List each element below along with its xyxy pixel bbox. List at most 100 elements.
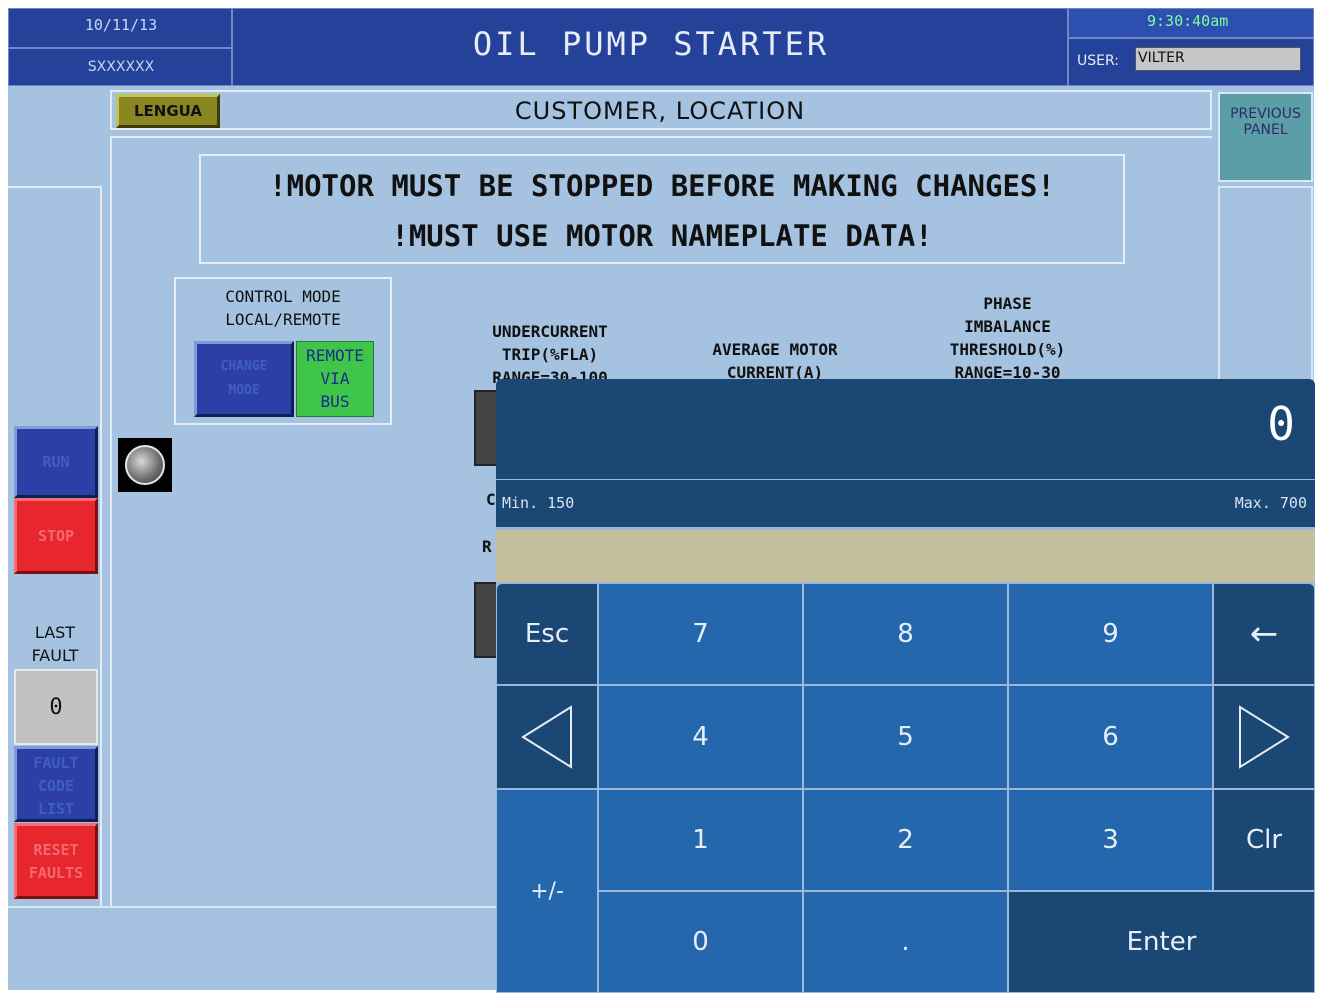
stop-button[interactable]: STOP [14,498,98,574]
page-title: OIL PUMP STARTER [472,25,830,63]
keypad-display: 0 [496,379,1315,479]
key-2-label: 2 [897,825,914,855]
key-8[interactable]: 8 [803,583,1008,685]
key-enter-label: Enter [1126,927,1197,957]
key-backspace[interactable]: ← [1213,583,1315,685]
key-dot-label: . [901,927,910,957]
last-fault-value-text: 0 [49,694,63,720]
run-label: RUN [42,453,70,471]
avg-current-label-1: AVERAGE MOTOR [712,339,838,359]
last-fault-label-2: FAULT [31,645,79,665]
key-5-label: 5 [897,722,914,752]
warning-line-1: !MOTOR MUST BE STOPPED BEFORE MAKING CHA… [269,169,1055,203]
time-panel: 9:30:40am [1068,8,1314,38]
phase-label-3: THRESHOLD(%) [949,339,1066,359]
key-1-label: 1 [692,825,709,855]
reset-label-2: FAULTS [28,864,84,882]
remote-status-3: BUS [320,391,350,411]
title-panel: OIL PUMP STARTER [232,8,1068,86]
undercurrent-label-1: UNDERCURRENT [492,321,608,341]
key-6-label: 6 [1102,722,1119,752]
fault-code-list-button[interactable]: FAULT CODE LIST [14,746,98,822]
numeric-keypad: 0 Min. 150 Max. 700 Esc 7 8 9 ← 4 5 6 +/… [496,379,1315,993]
remote-status-1: REMOTE [306,345,364,365]
undercurrent-label-2: TRIP(%FLA) [501,344,599,364]
key-left[interactable] [496,685,598,789]
key-0-label: 0 [692,927,709,957]
key-3-label: 3 [1102,825,1119,855]
key-enter[interactable]: Enter [1008,891,1315,993]
keypad-entry-strip [496,530,1315,582]
status-light [118,438,172,492]
phase-label-2: IMBALANCE [964,316,1051,336]
backspace-icon: ← [1249,614,1279,654]
keypad-range-bar: Min. 150 Max. 700 [496,479,1315,527]
run-button[interactable]: RUN [14,426,98,498]
key-4-label: 4 [692,722,709,752]
reset-label-1: RESET [33,841,79,859]
language-button-label: LENGUA [134,102,202,120]
keypad-display-value: 0 [1267,397,1295,451]
partial-label-r: R [482,537,492,556]
fault-code-label-1: FAULT [33,754,79,772]
key-9[interactable]: 9 [1008,583,1213,685]
right-column-frame [1218,186,1313,386]
key-9-label: 9 [1102,619,1119,649]
warning-line-2: !MUST USE MOTOR NAMEPLATE DATA! [391,219,933,253]
key-dot[interactable]: . [803,891,1008,993]
time-text: 9:30:40am [1147,12,1229,30]
serial-text: SXXXXXX [87,59,155,75]
user-field[interactable]: VILTER [1135,47,1301,71]
customer-location: CUSTOMER, LOCATION [514,97,806,125]
key-plus-minus-label: +/- [530,878,564,904]
key-0[interactable]: 0 [598,891,803,993]
last-fault-label-1: LAST [34,622,76,642]
date-panel: 10/11/13 [8,8,232,48]
key-8-label: 8 [897,619,914,649]
date-text: 10/11/13 [84,16,158,34]
keypad-max-label: Max. 700 [1234,494,1307,512]
change-mode-label-2: MODE [228,382,260,398]
warning-box: !MOTOR MUST BE STOPPED BEFORE MAKING CHA… [199,154,1125,264]
key-6[interactable]: 6 [1008,685,1213,789]
key-clr[interactable]: Clr [1213,789,1315,891]
reset-faults-button[interactable]: RESET FAULTS [14,823,98,899]
key-2[interactable]: 2 [803,789,1008,891]
partial-label-c: C [486,490,496,509]
fault-code-label-3: LIST [37,800,75,818]
language-button[interactable]: LENGUA [116,94,220,128]
key-3[interactable]: 3 [1008,789,1213,891]
keypad-min-label: Min. 150 [502,494,575,512]
stop-label: STOP [37,527,75,545]
previous-panel-button[interactable]: PREVIOUS PANEL [1218,92,1313,182]
key-right[interactable] [1213,685,1315,789]
phase-label-1: PHASE [983,293,1032,313]
bottom-strip [8,906,496,990]
arrow-right-icon [1239,705,1290,769]
user-panel: USER: VILTER [1068,38,1314,86]
control-mode-box: CONTROL MODE LOCAL/REMOTE CHANGE MODE RE… [174,277,392,425]
key-4[interactable]: 4 [598,685,803,789]
remote-status-2: VIA [320,368,350,388]
control-mode-title-1: CONTROL MODE [225,286,341,306]
key-clr-label: Clr [1245,825,1283,855]
key-plus-minus[interactable]: +/- [496,789,598,993]
key-esc[interactable]: Esc [496,583,598,685]
last-fault-value: 0 [14,669,98,745]
control-mode-title-2: LOCAL/REMOTE [225,309,341,329]
serial-panel: SXXXXXX [8,48,232,86]
user-label: USER: [1077,53,1119,69]
fault-code-label-2: CODE [37,777,75,795]
arrow-left-icon [521,705,572,769]
key-1[interactable]: 1 [598,789,803,891]
key-7[interactable]: 7 [598,583,803,685]
left-vline [100,186,102,906]
key-7-label: 7 [692,619,709,649]
remote-status: REMOTE VIA BUS [296,341,374,417]
change-mode-button[interactable]: CHANGE MODE [194,341,294,417]
key-esc-label: Esc [524,619,570,649]
status-light-lens [125,445,165,485]
key-5[interactable]: 5 [803,685,1008,789]
user-value: VILTER [1138,50,1185,66]
left-divider [8,186,102,188]
